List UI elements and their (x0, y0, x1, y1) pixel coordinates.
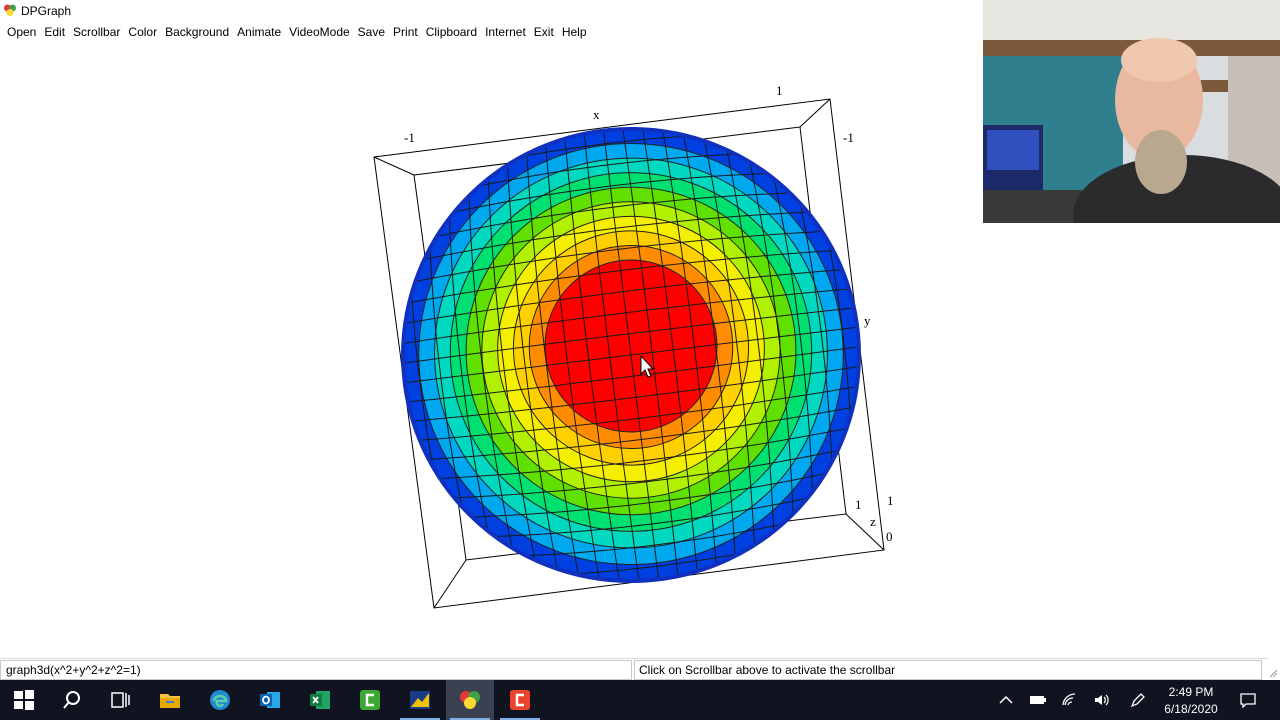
status-separator (0, 658, 1268, 659)
chevron-up-icon (999, 695, 1013, 704)
menu-clipboard[interactable]: Clipboard (426, 24, 477, 42)
tray-battery[interactable] (1024, 680, 1052, 720)
window-title: DPGraph (21, 4, 72, 18)
wifi-icon (1062, 693, 1076, 706)
stock-app-button[interactable] (396, 680, 444, 720)
excel-icon (310, 691, 330, 709)
box-edge-tl (373, 156, 415, 176)
tray-volume[interactable] (1088, 680, 1116, 720)
menu-color[interactable]: Color (128, 24, 157, 42)
recorder-button[interactable] (496, 680, 544, 720)
box-edge-tr (799, 98, 831, 128)
box-edge-bl (433, 559, 467, 609)
tick-bottom-right-2: 1 (887, 493, 894, 508)
start-button[interactable] (0, 680, 48, 720)
presenter-video (983, 0, 1280, 223)
z-axis-label: z (870, 514, 876, 529)
search-button[interactable] (48, 680, 96, 720)
pen-icon (1130, 693, 1145, 708)
mesh-line-v-28 (405, 587, 921, 658)
search-icon (63, 691, 80, 709)
battery-icon (1030, 696, 1046, 704)
windows-icon (14, 690, 34, 710)
edge-icon (210, 690, 230, 710)
mesh-line-u-0 (327, 129, 398, 645)
menu-exit[interactable]: Exit (534, 24, 554, 42)
menu-save[interactable]: Save (358, 24, 385, 42)
menu-scrollbar[interactable]: Scrollbar (73, 24, 120, 42)
dpgraph-app-icon (4, 4, 16, 16)
tick-top-left: -1 (404, 130, 415, 145)
clock-date: 6/18/2020 (1164, 702, 1218, 716)
excel-button[interactable] (296, 680, 344, 720)
action-center-button[interactable] (1234, 680, 1262, 720)
camtasia-button[interactable] (346, 680, 394, 720)
menu-background[interactable]: Background (165, 24, 229, 42)
mesh-line-u-28 (863, 65, 934, 581)
x-axis-label: x (593, 107, 600, 122)
equation-status: graph3d(x^2+y^2+z^2=1) (0, 660, 632, 680)
edge-button[interactable] (196, 680, 244, 720)
menu-help[interactable]: Help (562, 24, 587, 42)
menu-open[interactable]: Open (7, 24, 36, 42)
menu-videomode[interactable]: VideoMode (289, 24, 350, 42)
color-band-0 (544, 259, 718, 433)
tray-pen[interactable] (1124, 680, 1152, 720)
task-view-button[interactable] (96, 680, 144, 720)
taskbar-clock[interactable]: 2:49 PM 6/18/2020 (1152, 680, 1230, 720)
menu-bar: Open Edit Scrollbar Color Background Ani… (0, 24, 980, 42)
tick-bottom-right-1: 1 (855, 497, 862, 512)
folder-icon (160, 694, 180, 708)
tick-right-top: -1 (843, 130, 854, 145)
outlook-button[interactable] (246, 680, 294, 720)
box-edge-br (845, 513, 885, 551)
taskbar: 2:49 PM 6/18/2020 (0, 680, 1280, 720)
dpgraph-icon (460, 691, 480, 709)
menu-print[interactable]: Print (393, 24, 418, 42)
notification-icon (1240, 693, 1256, 708)
recorder-icon (510, 690, 530, 710)
scrollbar-hint-status: Click on Scrollbar above to activate the… (634, 660, 1262, 680)
menu-internet[interactable]: Internet (485, 24, 526, 42)
menu-animate[interactable]: Animate (237, 24, 281, 42)
task-view-icon (111, 692, 130, 708)
file-explorer-button[interactable] (146, 680, 194, 720)
webcam-overlay (983, 0, 1280, 223)
tick-bottom-right-0: 0 (886, 529, 893, 544)
tray-network[interactable] (1056, 680, 1084, 720)
tick-top-right: 1 (776, 83, 783, 98)
resize-grip-icon[interactable] (1268, 668, 1278, 678)
dpgraph-taskbar-button[interactable] (446, 680, 494, 720)
y-axis-label: y (864, 313, 871, 328)
tray-overflow-button[interactable] (992, 680, 1020, 720)
chart-app-icon (410, 691, 430, 709)
speaker-icon (1095, 694, 1109, 706)
menu-edit[interactable]: Edit (44, 24, 65, 42)
clock-time: 2:49 PM (1168, 685, 1214, 699)
camtasia-icon (360, 690, 380, 710)
outlook-icon (260, 692, 280, 708)
